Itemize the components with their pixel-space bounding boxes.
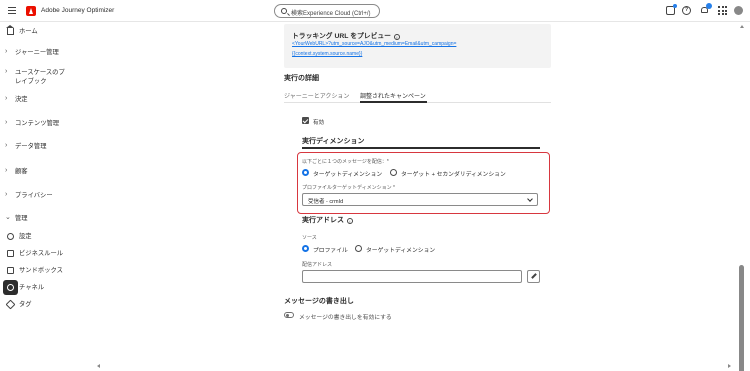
chevron-down-icon: [527, 196, 533, 202]
sidebar-item-channels[interactable]: チャネル: [3, 280, 275, 295]
sidebar-item-use-case-playbooks[interactable]: › ユースケースのプレイブック: [5, 68, 275, 86]
edit-expression-button[interactable]: [527, 270, 540, 283]
scroll-up-icon[interactable]: [740, 25, 744, 28]
app-title: Adobe Journey Optimizer: [41, 7, 115, 14]
sidebar-item-label: プライバシー: [15, 192, 53, 199]
sidebar-item-label: データ管理: [15, 143, 47, 150]
target-secondary-label: ターゲット + セカンダリディメンション: [401, 172, 506, 178]
divider: [302, 147, 540, 149]
info-icon[interactable]: i: [347, 218, 353, 224]
channel-icon: [3, 280, 19, 295]
sidebar: ホーム › ジャーニー管理 › ユースケースのプレイブック › 決定 › コンテ…: [0, 22, 65, 371]
selected-tab-indicator: [360, 101, 427, 103]
scroll-left-icon[interactable]: [97, 364, 100, 368]
tracking-url-link[interactable]: <YourWebURL>?utm_source=AJO&utm_medium=E…: [292, 41, 456, 47]
target-dimension-label: ターゲットディメンション: [313, 172, 383, 178]
sidebar-item-business-rules[interactable]: ビジネスルール: [5, 249, 275, 258]
vertical-scrollbar[interactable]: [738, 22, 746, 371]
sidebar-item-label: ユースケースのプレイブック: [15, 69, 65, 85]
deliver-per-label: 以下ごとに１つのメッセージを配信：*: [302, 159, 389, 165]
sidebar-item-customer[interactable]: › 顧客: [5, 167, 275, 176]
profile-target-dimension-label: プロファイルターゲットディメンション *: [302, 185, 395, 191]
chevron-right-icon: ›: [5, 142, 8, 149]
sidebar-item-label: タグ: [19, 301, 32, 308]
target-dimension-radio[interactable]: [302, 169, 309, 176]
delivery-address-label: 配信アドレス: [302, 262, 333, 268]
adobe-logo-icon: [26, 6, 36, 16]
app-switcher-icon[interactable]: [718, 6, 727, 15]
avatar[interactable]: [734, 6, 743, 15]
enabled-checkbox[interactable]: [302, 117, 309, 124]
delivery-address-input[interactable]: [302, 270, 522, 283]
hamburger-menu-icon[interactable]: [8, 7, 16, 14]
sandbox-icon: [5, 266, 19, 275]
sidebar-item-label: ビジネスルール: [19, 250, 64, 257]
message-rewrite-toggle-label: メッセージの書き出しを有効にする: [299, 315, 392, 321]
scroll-down-icon[interactable]: [740, 356, 744, 359]
scroll-right-icon[interactable]: [728, 364, 731, 368]
sidebar-item-label: 顧客: [15, 168, 28, 175]
sidebar-item-administration[interactable]: ⌄ 管理: [5, 214, 275, 223]
sidebar-item-label: ホーム: [19, 28, 38, 35]
sidebar-item-journey-management[interactable]: › ジャーニー管理: [5, 48, 275, 57]
target-secondary-radio[interactable]: [390, 169, 397, 176]
message-rewrite-heading: メッセージの書き出し: [284, 298, 354, 305]
top-bar: Adobe Journey Optimizer 検索Experience Clo…: [0, 0, 750, 22]
chevron-right-icon: ›: [5, 95, 8, 102]
search-placeholder: 検索Experience Cloud (Ctrl+/): [291, 11, 371, 17]
tracking-url-preview-card: トラッキング URL をプレビュー i <YourWebURL>?utm_sour…: [284, 24, 551, 68]
sidebar-item-decisioning[interactable]: › 決定: [5, 95, 275, 104]
tab-orchestrated-campaigns[interactable]: 調整されたキャンペーン: [360, 91, 426, 100]
sidebar-item-label: 決定: [15, 96, 28, 103]
bell-icon[interactable]: [700, 3, 712, 15]
search-input[interactable]: 検索Experience Cloud (Ctrl+/): [274, 4, 380, 18]
sidebar-item-label: サンドボックス: [19, 267, 63, 274]
sidebar-item-tags[interactable]: タグ: [5, 299, 275, 310]
info-icon[interactable]: i: [393, 34, 400, 40]
tracking-url-title: トラッキング URL をプレビュー i: [292, 30, 400, 40]
chevron-right-icon: ›: [5, 48, 8, 55]
target-dimension-source-label: ターゲットディメンション: [366, 248, 436, 254]
help-icon[interactable]: ?: [682, 6, 691, 15]
source-label: ソース: [302, 235, 317, 241]
execution-dimension-heading: 実行ディメンション: [302, 138, 365, 145]
execution-address-heading: 実行アドレス i: [302, 215, 353, 225]
sidebar-item-label: コンテンツ管理: [15, 120, 60, 127]
notification-badge: [706, 3, 712, 9]
search-icon: [281, 8, 287, 14]
profile-radio-label: プロファイル: [313, 248, 348, 254]
sidebar-item-content-management[interactable]: › コンテンツ管理: [5, 119, 275, 128]
sidebar-item-sandboxes[interactable]: サンドボックス: [5, 266, 275, 275]
chevron-right-icon: ›: [5, 167, 8, 174]
sidebar-item-label: ジャーニー管理: [15, 49, 59, 56]
tag-icon: [5, 299, 19, 310]
sidebar-item-label: 管理: [15, 215, 28, 222]
notification-dot: [673, 4, 677, 8]
chevron-right-icon: ›: [5, 191, 8, 198]
sidebar-item-settings[interactable]: 設定: [5, 232, 275, 241]
tab-journeys-actions[interactable]: ジャーニーとアクション: [284, 91, 349, 100]
messages-icon[interactable]: [666, 4, 677, 15]
chevron-right-icon: ›: [5, 119, 8, 126]
profile-radio[interactable]: [302, 245, 309, 252]
rules-icon: [5, 249, 19, 258]
gear-icon: [5, 232, 19, 241]
horizontal-scrollbar[interactable]: [0, 362, 750, 371]
pencil-icon: [531, 273, 537, 279]
tracking-url-link-continued[interactable]: {{context.system.source.name}}: [292, 51, 362, 57]
chevron-down-icon: ⌄: [5, 214, 11, 221]
sidebar-item-label: チャネル: [19, 284, 45, 291]
target-dimension-source-radio[interactable]: [355, 245, 362, 252]
sidebar-item-home[interactable]: ホーム: [5, 25, 275, 36]
sidebar-item-data-management[interactable]: › データ管理: [5, 142, 275, 151]
home-icon: [5, 25, 19, 36]
sidebar-item-label: 設定: [19, 233, 32, 240]
sidebar-item-privacy[interactable]: › プライバシー: [5, 191, 275, 200]
select-value: 受信者 - crmId: [308, 199, 344, 205]
profile-target-dimension-select[interactable]: 受信者 - crmId: [302, 193, 538, 206]
message-rewrite-toggle[interactable]: [284, 312, 294, 318]
execution-details-heading: 実行の詳細: [284, 75, 319, 82]
chevron-right-icon: ›: [5, 68, 8, 75]
enabled-label: 有効: [313, 120, 325, 126]
